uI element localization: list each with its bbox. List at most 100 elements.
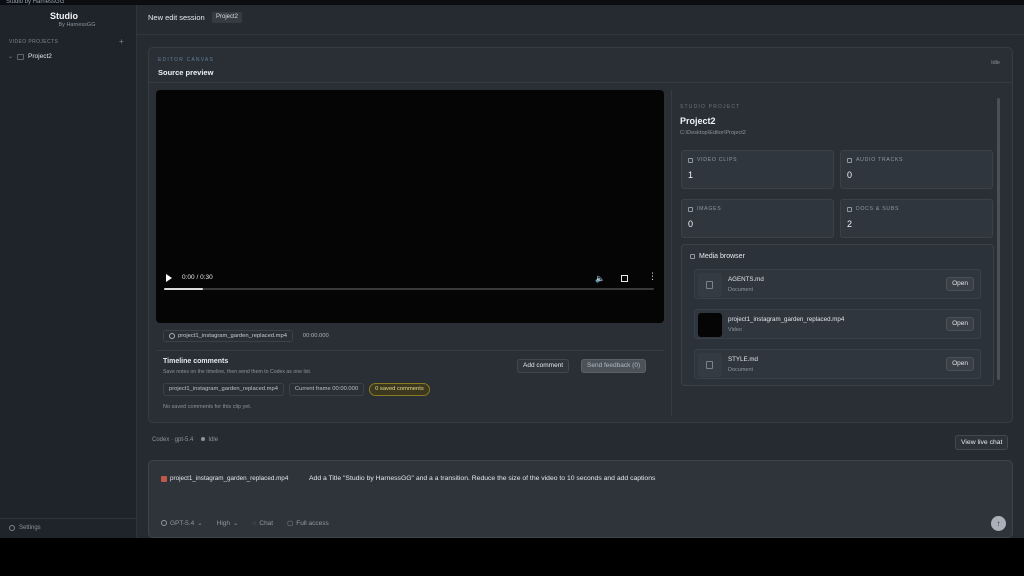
project-label: Project2: [28, 53, 52, 60]
send-button[interactable]: ↑: [991, 516, 1006, 531]
document-icon: [706, 361, 713, 369]
time-label: 0:00 / 0:30: [182, 274, 213, 281]
timeline-comments-subtitle: Save notes on the timeline, then send th…: [163, 369, 312, 375]
document-icon: [847, 206, 852, 212]
divider: [149, 82, 1012, 83]
more-options-icon[interactable]: ⋮: [648, 272, 657, 281]
folder-icon: [17, 53, 25, 60]
session-title: New edit session: [148, 13, 205, 22]
clip-timecode: 00:00.000: [302, 333, 329, 339]
film-icon: [688, 157, 693, 163]
add-project-button[interactable]: +: [119, 37, 124, 46]
stat-docs-subs: DOCS & SUBS 2: [840, 199, 993, 238]
editor-canvas: EDITOR CANVAS Source preview Idle 0:00 /…: [148, 47, 1013, 423]
clip-name-chip: project1_instagram_garden_replaced.mp4: [163, 330, 293, 342]
media-type: Video: [728, 327, 742, 333]
document-icon: [706, 281, 713, 289]
model-icon: [161, 520, 167, 526]
music-icon: [847, 157, 852, 163]
project-path: C:\Desktop\Editor\Project2: [680, 130, 746, 136]
empty-comments-text: No saved comments for this clip yet.: [163, 404, 252, 410]
mode-selector[interactable]: ◌ Chat: [253, 520, 274, 527]
clip-chip: project1_instagram_garden_replaced.mp4: [163, 383, 284, 396]
media-name: AGENTS.md: [728, 276, 764, 283]
sidebar-divider: [0, 518, 137, 519]
project-title: Project2: [680, 116, 716, 126]
media-name: STYLE.md: [728, 356, 758, 363]
brand: Studio By HarnessGG: [0, 11, 128, 28]
document-thumbnail: [698, 273, 722, 297]
stat-label: DOCS & SUBS: [856, 206, 900, 212]
open-button[interactable]: Open: [946, 357, 974, 371]
media-icon: [690, 254, 695, 259]
clip-info-row: project1_instagram_garden_replaced.mp4 0…: [163, 330, 329, 342]
codex-status: Idle: [201, 437, 218, 443]
clip-icon: [169, 333, 175, 339]
volume-icon[interactable]: 🔈: [595, 274, 605, 283]
stat-label: VIDEO CLIPS: [697, 157, 738, 163]
view-live-chat-button[interactable]: View live chat: [955, 435, 1009, 450]
model-selector[interactable]: GPT-5.4 ⌄: [161, 519, 203, 527]
video-file-icon: [161, 475, 167, 482]
open-button[interactable]: Open: [946, 277, 974, 291]
list-item[interactable]: STYLE.md Document Open: [694, 349, 981, 379]
editor-title: Source preview: [158, 68, 214, 77]
sidebar-item-project2[interactable]: ⌄ Project2: [8, 51, 52, 62]
media-browser: Media browser AGENTS.md Document Open pr…: [681, 244, 994, 386]
video-player[interactable]: 0:00 / 0:30 🔈 ⋮: [156, 90, 664, 323]
letterbox-bar: [0, 538, 1024, 576]
access-label: Full access: [296, 519, 329, 527]
list-item[interactable]: project1_instagram_garden_replaced.mp4 V…: [694, 309, 981, 339]
reasoning-label: High: [216, 519, 231, 527]
add-comment-button[interactable]: Add comment: [517, 359, 570, 373]
mode-label: Chat: [259, 519, 274, 527]
send-feedback-button[interactable]: Send feedback (0): [581, 359, 647, 373]
open-button[interactable]: Open: [946, 317, 974, 331]
video-projects-label: VIDEO PROJECTS: [9, 39, 59, 45]
current-frame-chip: Current frame 00:00.000: [288, 383, 365, 396]
media-name: project1_instagram_garden_replaced.mp4: [728, 316, 845, 323]
chat-icon: ◌: [252, 519, 257, 527]
scrollbar[interactable]: [997, 98, 1000, 380]
reasoning-selector[interactable]: High ⌄: [216, 519, 239, 528]
stat-value: 0: [688, 219, 694, 229]
stat-value: 0: [847, 170, 853, 180]
top-bar: New edit session Project2: [137, 5, 1024, 35]
prompt-input[interactable]: Add a Title "Studio by HarnessGG" and a …: [309, 475, 655, 482]
settings-button[interactable]: Settings: [9, 525, 41, 531]
stat-label: IMAGES: [697, 206, 722, 212]
document-thumbnail: [698, 353, 722, 377]
list-item[interactable]: AGENTS.md Document Open: [694, 269, 981, 299]
lock-icon: ▢: [287, 520, 294, 527]
composer-toolbar: GPT-5.4 ⌄ High ⌄ ◌ Chat ▢ Full access: [161, 519, 329, 527]
project-eyebrow: STUDIO PROJECT: [680, 104, 741, 110]
seek-bar[interactable]: [164, 288, 654, 290]
clip-name: project1_instagram_garden_replaced.mp4: [178, 333, 287, 339]
stat-images: IMAGES 0: [681, 199, 834, 238]
comment-chips: project1_instagram_garden_replaced.mp4 C…: [163, 383, 430, 396]
codex-status-text: Idle: [208, 437, 219, 443]
fullscreen-icon[interactable]: [621, 275, 628, 282]
codex-model-label: Codex · gpt-5.4: [152, 437, 194, 443]
divider: [156, 350, 664, 351]
model-label: GPT-5.4: [170, 519, 195, 527]
status-badge: Idle: [991, 60, 1000, 66]
sidebar: Studio By HarnessGG VIDEO PROJECTS + ⌄ P…: [0, 5, 137, 538]
media-browser-title: Media browser: [699, 253, 745, 260]
status-dot-icon: [201, 437, 206, 441]
media-type: Document: [728, 287, 754, 293]
studio-project-panel: STUDIO PROJECT Project2 C:\Desktop\Edito…: [671, 90, 1003, 416]
play-icon[interactable]: [166, 274, 172, 282]
project-chip: Project2: [212, 12, 243, 23]
access-selector[interactable]: ▢ Full access: [287, 519, 329, 528]
attachment-chip[interactable]: project1_instagram_garden_replaced.mp4: [161, 475, 288, 482]
prompt-composer[interactable]: project1_instagram_garden_replaced.mp4 A…: [148, 460, 1013, 538]
seek-progress: [164, 288, 204, 290]
brand-title: Studio: [50, 11, 78, 21]
app-window: Studio By HarnessGG VIDEO PROJECTS + ⌄ P…: [0, 5, 1024, 538]
stat-value: 2: [847, 219, 853, 229]
saved-comments-badge: 0 saved comments: [369, 383, 430, 396]
timeline-comments-title: Timeline comments: [163, 358, 229, 365]
codex-status-row: Codex · gpt-5.4 Idle: [152, 437, 218, 443]
gear-icon: [9, 525, 15, 531]
